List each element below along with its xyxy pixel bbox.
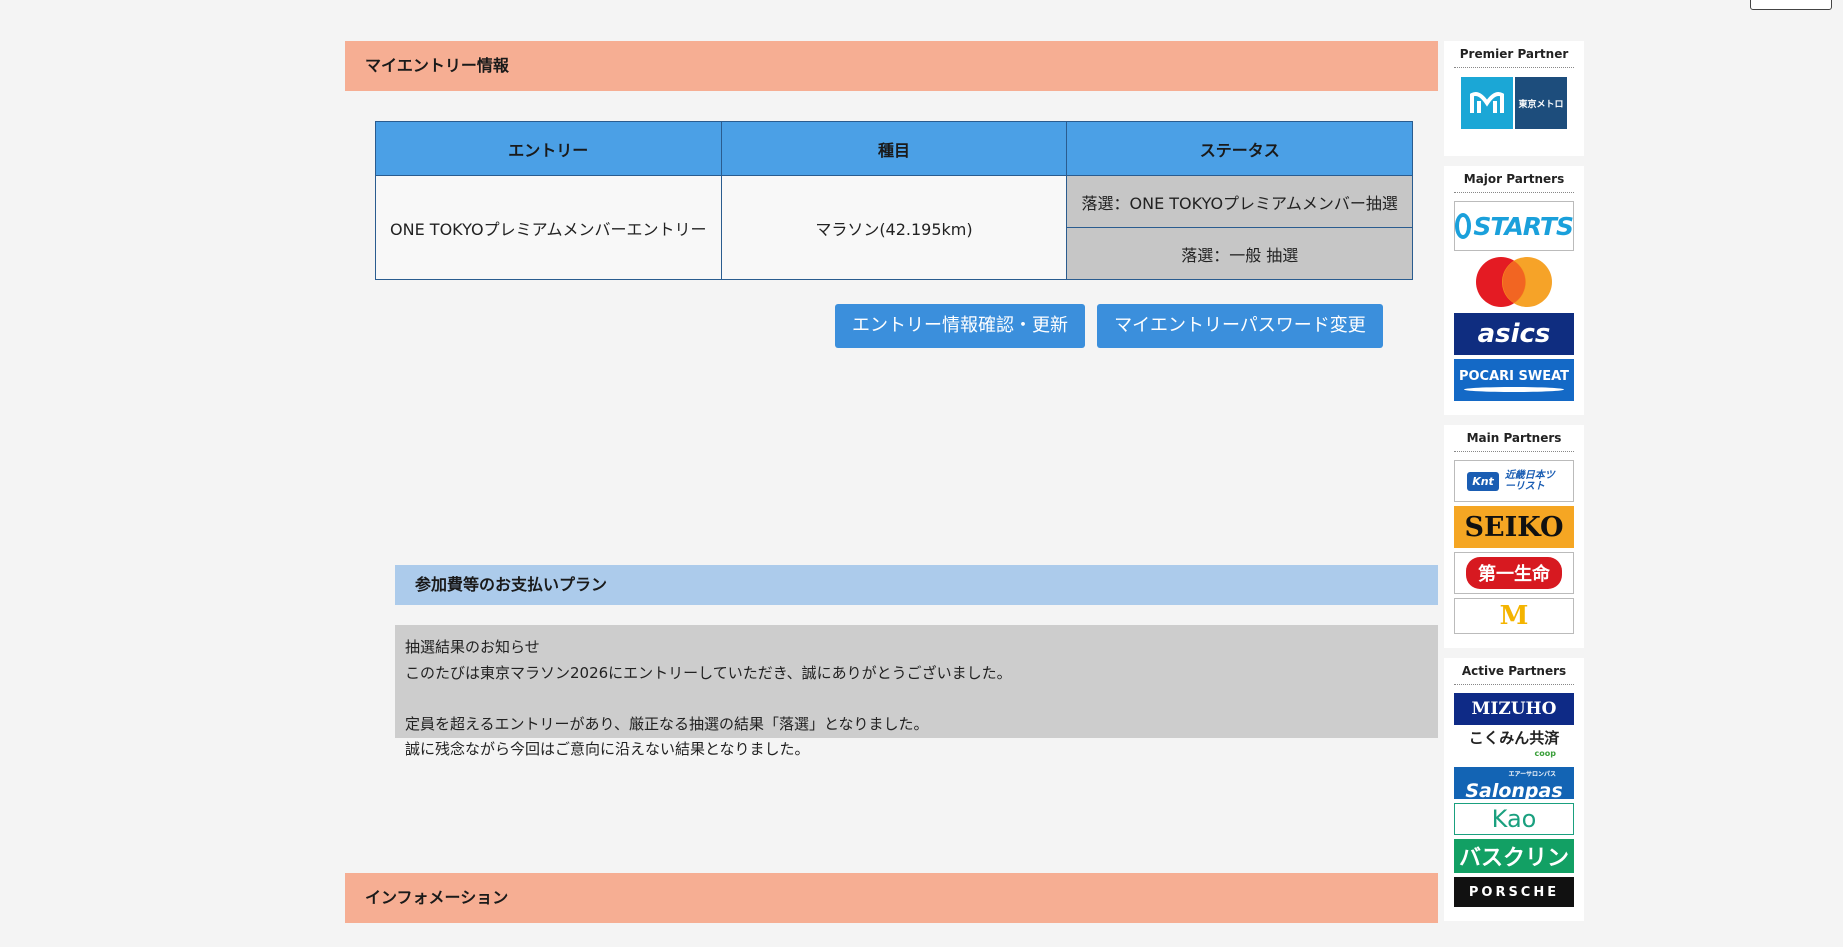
entry-section-header: マイエントリー情報 — [345, 41, 1438, 91]
starts-ring-icon — [1455, 213, 1472, 239]
status-cell: 落選：一般 抽選 — [1066, 227, 1413, 280]
seiko-logo[interactable]: SEIKO — [1454, 506, 1574, 548]
pocari-sweat-logo[interactable]: POCARI SWEAT — [1454, 359, 1574, 401]
top-right-button[interactable] — [1750, 0, 1832, 10]
table-row: ONE TOKYOプレミアムメンバーエントリー マラソン(42.195km) 落… — [375, 175, 1413, 280]
tokyo-metro-logo[interactable]: 東京メトロ — [1461, 76, 1567, 130]
premier-partner-box: Premier Partner 東京メトロ — [1444, 41, 1584, 156]
dai-ichi-life-logo[interactable]: 第一生命 — [1454, 552, 1574, 594]
asics-logo[interactable]: asics — [1454, 313, 1574, 355]
starts-logo-text: STARTS — [1473, 211, 1573, 241]
active-partners-box: Active Partners MIZUHO こくみん共済 coop エアーサロ… — [1444, 658, 1584, 921]
kokumin-kyosai-logo[interactable]: こくみん共済 coop — [1454, 729, 1574, 763]
lottery-notice: 抽選結果のお知らせ このたびは東京マラソン2026にエントリーしていただき、誠に… — [395, 625, 1438, 758]
partners-sidebar: Premier Partner 東京メトロ Major Partners STA… — [1444, 41, 1584, 931]
dai-ichi-life-text: 第一生命 — [1466, 557, 1562, 589]
salonpas-text: Salonpas — [1465, 780, 1563, 800]
main-partners-title: Main Partners — [1454, 431, 1574, 452]
entry-column-header: エントリー — [375, 121, 722, 176]
entry-cell: ONE TOKYOプレミアムメンバーエントリー — [375, 175, 722, 280]
premier-partner-title: Premier Partner — [1454, 47, 1574, 68]
notice-line: 誠に残念ながら今回はご意向に沿えない結果となりました。 — [405, 740, 810, 758]
mastercard-logo[interactable] — [1455, 255, 1573, 309]
notice-line: 定員を超えるエントリーがあり、厳正なる抽選の結果「落選」となりました。 — [405, 714, 929, 733]
mastercard-circles-icon — [1476, 257, 1552, 307]
salonpas-logo[interactable]: エアーサロンパス Salonpas — [1454, 767, 1574, 799]
bathclin-logo[interactable]: バスクリン — [1454, 839, 1574, 873]
main-content: マイエントリー情報 エントリー 種目 ステータス ONE TOKYOプレミアムメ… — [345, 41, 1438, 923]
metro-m-icon — [1461, 77, 1513, 129]
porsche-logo[interactable]: PORSCHE — [1454, 877, 1574, 907]
pocari-sweat-text: POCARI SWEAT — [1458, 368, 1570, 384]
pocari-wave-icon — [1464, 386, 1564, 392]
payment-plan-header: 参加費等のお支払いプラン — [395, 565, 1438, 605]
password-change-button[interactable]: マイエントリーパスワード変更 — [1097, 304, 1383, 348]
notice-line: このたびは東京マラソン2026にエントリーしていただき、誠にありがとうございまし… — [405, 663, 1012, 682]
knt-logo[interactable]: Knt 近畿日本ツーリスト — [1454, 460, 1574, 502]
entry-info-confirm-button[interactable]: エントリー情報確認・更新 — [835, 304, 1085, 348]
payment-plan-title: 参加費等のお支払いプラン — [415, 575, 608, 594]
entry-table: エントリー 種目 ステータス ONE TOKYOプレミアムメンバーエントリー マ… — [375, 121, 1413, 280]
major-partners-box: Major Partners STARTS asics POCARI SWEAT — [1444, 166, 1584, 415]
mcdonalds-logo[interactable]: M — [1454, 598, 1574, 634]
notice-line: 抽選結果のお知らせ — [405, 638, 540, 656]
knt-badge-icon: Knt — [1467, 471, 1499, 491]
active-partners-title: Active Partners — [1454, 664, 1574, 685]
status-column-header: ステータス — [1066, 121, 1413, 176]
info-section-title: インフォメーション — [365, 888, 509, 907]
info-section-header: インフォメーション — [345, 873, 1438, 923]
event-cell: マラソン(42.195km) — [720, 175, 1068, 280]
main-partners-box: Main Partners Knt 近畿日本ツーリスト SEIKO 第一生命 M — [1444, 425, 1584, 648]
status-cell: 落選：ONE TOKYOプレミアムメンバー抽選 — [1066, 175, 1413, 228]
starts-logo[interactable]: STARTS — [1454, 201, 1574, 251]
coop-text: coop — [1534, 749, 1556, 758]
kokumin-kyosai-text: こくみん共済 — [1468, 729, 1560, 747]
knt-logo-text: 近畿日本ツーリスト — [1504, 470, 1555, 492]
major-partners-title: Major Partners — [1454, 172, 1574, 193]
entry-table-header-row: エントリー 種目 ステータス — [375, 121, 1413, 176]
event-column-header: 種目 — [720, 121, 1068, 176]
mizuho-logo[interactable]: MIZUHO — [1454, 693, 1574, 725]
metro-text-badge: 東京メトロ — [1515, 77, 1567, 129]
entry-section-title: マイエントリー情報 — [365, 56, 509, 75]
kao-logo[interactable]: Kao — [1454, 803, 1574, 835]
